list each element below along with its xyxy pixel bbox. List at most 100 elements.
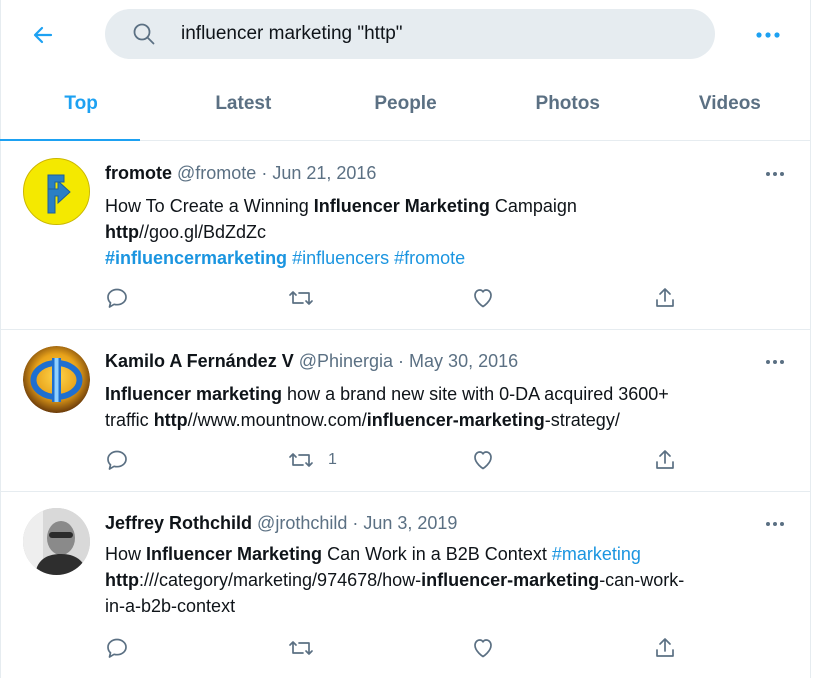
tweet-date[interactable]: May 30, 2016 [409,351,518,371]
author-name[interactable]: Kamilo A Fernández V [105,351,294,371]
hashtag-link[interactable]: #influencers #fromote [287,248,465,268]
text-span: how a brand new site with 0-DA acquired … [282,384,669,404]
back-button[interactable] [26,18,60,52]
author-handle[interactable]: @Phinergia [299,351,393,371]
text-span: //www.mountnow.com/ [187,410,367,430]
tweet-actions [105,633,705,663]
highlight: Influencer Marketing [313,196,490,216]
phinergia-logo-icon [23,346,90,413]
highlight: influencer-marketing [366,410,545,430]
like-button[interactable] [471,445,495,475]
search-icon [133,23,155,45]
text-span: :///category/marketing/974678/how- [138,570,422,590]
tab-label: Photos [535,93,600,114]
more-options-button[interactable] [748,18,788,52]
text-span: How [105,544,147,564]
profile-photo-icon [23,508,90,575]
tab-label: Latest [215,93,272,114]
fromote-logo-icon [24,159,89,224]
search-tabs: Top Latest People Photos Videos [0,68,811,141]
tweet-date[interactable]: Jun 21, 2016 [272,163,376,183]
more-horizontal-icon [766,522,784,526]
reply-icon [107,638,127,658]
tab-videos[interactable]: Videos [649,68,811,140]
tweet-header: Kamilo A Fernández V @Phinergia · May 30… [105,351,518,372]
tweet-text: How Influencer Marketing Can Work in a B… [105,541,775,619]
avatar[interactable] [23,158,90,225]
retweet-icon [289,291,313,305]
more-horizontal-icon [766,172,784,176]
share-button[interactable] [653,633,677,663]
tab-latest[interactable]: Latest [162,68,324,140]
tab-photos[interactable]: Photos [487,68,649,140]
search-header [0,0,811,68]
heart-icon [474,639,492,658]
more-horizontal-icon [756,32,780,38]
author-name[interactable]: Jeffrey Rothchild [105,513,252,533]
search-bar[interactable] [105,9,715,59]
avatar[interactable] [23,346,90,413]
tweet-text: Influencer marketing how a brand new sit… [105,381,775,433]
avatar[interactable] [23,508,90,575]
tweet-actions: 1 [105,445,705,475]
search-input[interactable] [181,19,691,49]
text-span: in-a-b2b-context [105,596,236,616]
reply-icon [107,288,127,308]
tweet-more-button[interactable] [758,164,792,184]
tweet[interactable]: fromote @fromote · Jun 21, 2016 How To C… [0,142,811,330]
tab-people[interactable]: People [324,68,486,140]
reply-button[interactable] [105,283,129,313]
tab-label: People [374,93,437,114]
retweet-button[interactable] [288,633,328,663]
tweet-more-button[interactable] [758,352,792,372]
tweet-more-button[interactable] [758,514,792,534]
back-arrow-icon [33,26,53,44]
text-span: -can-work- [599,570,685,590]
highlight: Influencer Marketing [146,544,323,564]
text-span: traffic [105,410,154,430]
like-button[interactable] [471,283,495,313]
highlight: Influencer marketing [105,384,283,404]
highlight: http [105,570,139,590]
text-span: Can Work in a B2B Context [322,544,552,564]
retweet-button[interactable] [288,283,328,313]
share-icon [656,450,674,469]
author-handle[interactable]: @jrothchild [257,513,347,533]
separator: · [347,513,364,533]
share-button[interactable] [653,445,677,475]
highlight: influencer-marketing [421,570,600,590]
author-handle[interactable]: @fromote [177,163,256,183]
retweet-button[interactable]: 1 [288,445,337,475]
share-button[interactable] [653,283,677,313]
share-icon [656,638,674,657]
highlight: http [153,410,188,430]
share-icon [656,288,674,307]
reply-button[interactable] [105,633,129,663]
tweet-header: Jeffrey Rothchild @jrothchild · Jun 3, 2… [105,513,457,534]
retweet-count: 1 [328,451,337,468]
highlight: http [105,222,139,242]
more-horizontal-icon [766,360,784,364]
tab-label: Videos [698,93,761,114]
heart-icon [474,451,492,470]
tweet-date[interactable]: Jun 3, 2019 [363,513,457,533]
tab-label: Top [64,93,98,114]
text-span: -strategy/ [544,410,620,430]
tweet-actions [105,283,705,313]
tweet[interactable]: Kamilo A Fernández V @Phinergia · May 30… [0,330,811,492]
tweet-header: fromote @fromote · Jun 21, 2016 [105,163,376,184]
like-button[interactable] [471,633,495,663]
hashtag-link[interactable]: #marketing [552,544,641,564]
active-tab-indicator [0,139,140,141]
tweet[interactable]: Jeffrey Rothchild @jrothchild · Jun 3, 2… [0,492,811,678]
tweet-text: How To Create a Winning Influencer Marke… [105,193,775,271]
hashtag-link[interactable]: #influencermarketing [105,248,287,268]
text-span: Campaign [489,196,577,216]
reply-button[interactable] [105,445,129,475]
retweet-icon [289,453,313,467]
retweet-icon [289,641,313,655]
text-span: How To Create a Winning [105,196,314,216]
author-name[interactable]: fromote [105,163,172,183]
tab-top[interactable]: Top [0,68,162,141]
reply-icon [107,450,127,470]
